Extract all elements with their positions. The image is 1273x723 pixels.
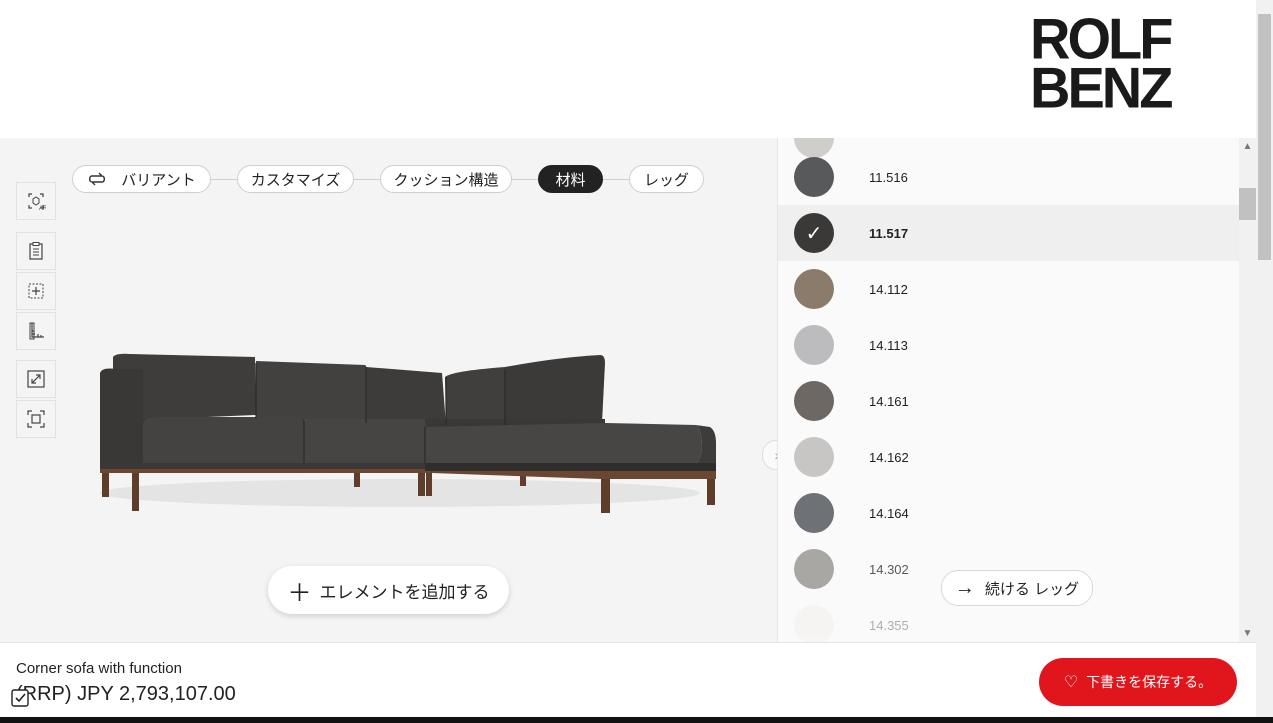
material-code: 14.164: [869, 505, 909, 521]
step-label: クッション構造: [393, 171, 499, 189]
page-scroll-thumb[interactable]: [1258, 14, 1271, 260]
material-code: 14.112: [869, 281, 908, 297]
scroll-thumb[interactable]: [1239, 188, 1256, 220]
material-swatch: [794, 269, 834, 309]
svg-text:AR: AR: [39, 206, 46, 211]
add-element-tool-button[interactable]: [16, 272, 56, 310]
material-row[interactable]: 14.164: [778, 485, 1240, 541]
product-price: (RRP) JPY 2,793,107.00: [16, 683, 236, 705]
fullscreen-button[interactable]: [16, 360, 56, 398]
scroll-up-icon[interactable]: ▲: [1239, 138, 1256, 155]
product-name: Corner sofa with function: [16, 660, 182, 677]
save-draft-label: 下書きを保存する。: [1086, 674, 1213, 690]
ar-button[interactable]: AR: [16, 182, 56, 220]
ar-icon: AR: [28, 193, 46, 211]
summary-button[interactable]: [16, 232, 56, 270]
add-element-icon: [28, 283, 44, 299]
material-code: 14.162: [869, 449, 909, 465]
material-code: 14.161: [869, 393, 909, 409]
product-viewer[interactable]: バリアント カスタマイズ クッション構造 材料 レッグ AR ＋ エレメントを追…: [0, 138, 777, 642]
material-code: 14.302: [869, 561, 909, 577]
material-swatch: [794, 605, 834, 642]
page-scrollbar[interactable]: [1256, 0, 1273, 723]
material-swatch: [794, 325, 834, 365]
material-swatch: [794, 437, 834, 477]
step-customize[interactable]: カスタマイズ: [237, 165, 354, 193]
step-connector: [210, 179, 240, 180]
fit-view-icon: [27, 410, 45, 428]
document-check-icon[interactable]: [10, 686, 32, 708]
material-swatch: [794, 381, 834, 421]
step-label: カスタマイズ: [250, 171, 341, 189]
add-element-button[interactable]: ＋ エレメントを追加する: [268, 566, 509, 614]
step-legs[interactable]: レッグ: [629, 165, 704, 193]
material-swatch: ✓: [794, 213, 834, 253]
material-row-selected[interactable]: ✓ 11.517: [778, 205, 1240, 261]
material-row[interactable]: 14.112: [778, 261, 1240, 317]
header: ROLF BENZ: [0, 0, 1256, 138]
bottom-edge: [0, 717, 1273, 723]
material-swatch: [794, 549, 834, 589]
add-element-label: エレメントを追加する: [319, 582, 490, 602]
material-row[interactable]: 11.516: [778, 149, 1240, 205]
heart-icon: ♡: [1063, 674, 1079, 691]
step-label: 材料: [555, 171, 586, 189]
fit-view-button[interactable]: [16, 400, 56, 438]
step-connector: [602, 179, 632, 180]
material-code: 14.113: [869, 337, 908, 353]
material-row[interactable]: 14.162: [778, 429, 1240, 485]
clipboard-icon: [29, 242, 43, 260]
sofa-3d-model[interactable]: [80, 343, 730, 523]
variant-icon: [89, 172, 106, 186]
footer: Corner sofa with function (RRP) JPY 2,79…: [0, 642, 1256, 718]
step-material[interactable]: 材料: [538, 165, 603, 193]
step-variant[interactable]: バリアント: [72, 165, 211, 193]
step-cushion[interactable]: クッション構造: [380, 165, 512, 193]
material-list-scrollbar[interactable]: ▲ ▼: [1239, 138, 1256, 642]
checkmark-icon: ✓: [805, 222, 823, 245]
measure-icon: [29, 322, 44, 340]
material-row[interactable]: 14.113: [778, 317, 1240, 373]
material-swatch: [794, 157, 834, 197]
material-code: 14.355: [869, 617, 909, 633]
step-connector: [352, 179, 382, 180]
scroll-down-icon[interactable]: ▼: [1239, 625, 1256, 642]
material-code: 11.517: [869, 225, 909, 241]
step-label: レッグ: [643, 171, 689, 189]
measure-button[interactable]: [16, 312, 56, 350]
material-code: 11.516: [869, 169, 908, 185]
continue-label: 続ける レッグ: [984, 580, 1080, 598]
material-swatch: [794, 493, 834, 533]
step-label: バリアント: [121, 171, 196, 189]
arrow-right-icon: →: [954, 576, 975, 599]
step-connector: [510, 179, 540, 180]
save-draft-button[interactable]: ♡ 下書きを保存する。: [1039, 658, 1237, 706]
expand-icon: [27, 370, 45, 388]
material-row[interactable]: 14.161: [778, 373, 1240, 429]
material-list[interactable]: 11.516 ✓ 11.517 14.112 14.113 14.161 14.…: [777, 138, 1240, 642]
plus-icon: ＋: [287, 579, 312, 607]
logo-line-2: BENZ: [1030, 55, 1173, 120]
continue-legs-button[interactable]: → 続ける レッグ: [941, 570, 1093, 606]
rolf-benz-logo[interactable]: ROLF BENZ: [1030, 10, 1173, 120]
